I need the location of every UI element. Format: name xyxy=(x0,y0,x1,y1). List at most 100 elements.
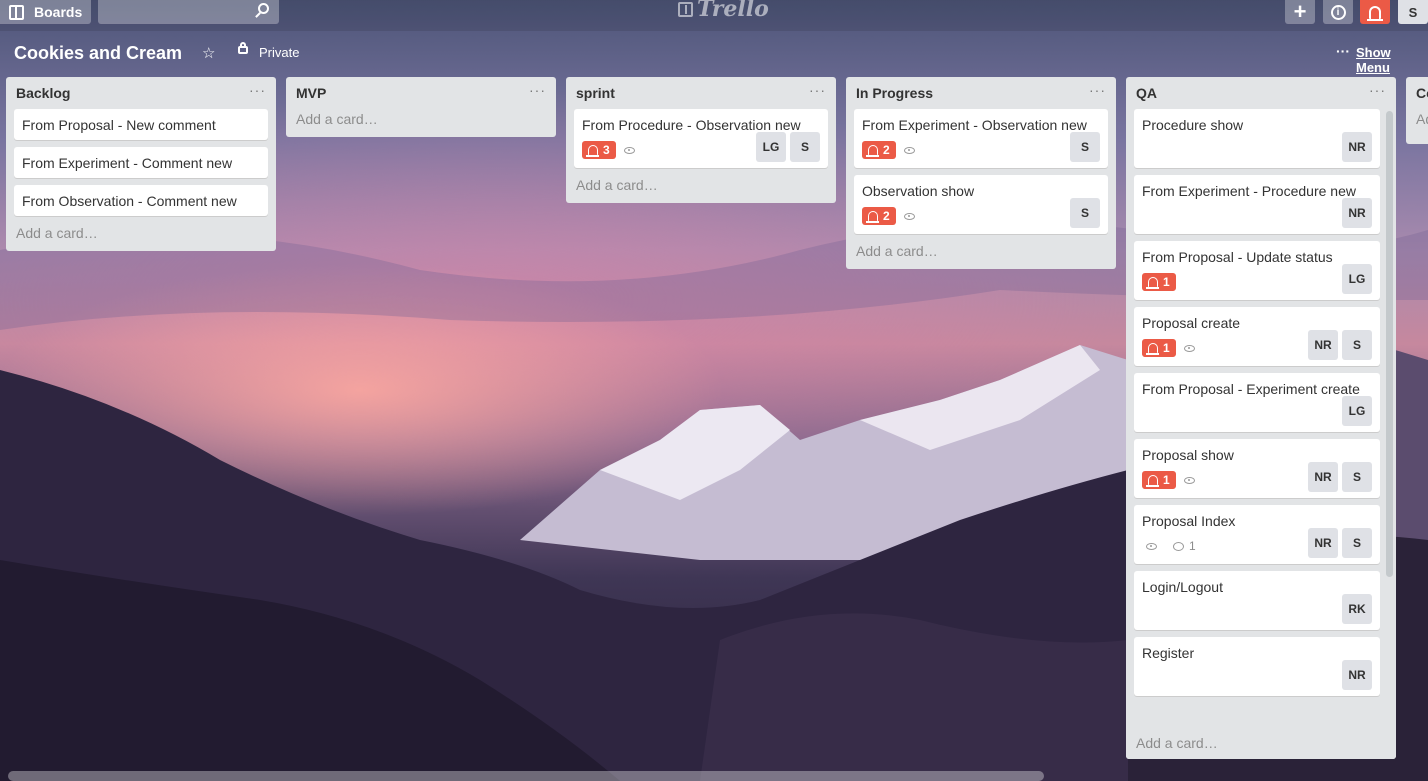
member-avatar[interactable]: NR xyxy=(1308,462,1338,492)
info-button[interactable]: i xyxy=(1323,0,1353,24)
boards-label: Boards xyxy=(34,4,83,20)
member-avatar[interactable]: RK xyxy=(1342,594,1372,624)
plus-icon: + xyxy=(1293,0,1307,24)
top-header: Boards Trello + i S xyxy=(0,0,1428,31)
add-card-link[interactable]: Add a card… xyxy=(286,109,556,137)
card[interactable]: From Proposal - Update status 1 LG xyxy=(1134,241,1380,300)
trello-logo[interactable]: Trello xyxy=(678,0,769,22)
eye-icon xyxy=(903,212,915,220)
add-card-link[interactable]: Add a card… xyxy=(846,241,1116,269)
search-box[interactable] xyxy=(98,0,279,24)
list-sprint: sprint ··· From Procedure - Observation … xyxy=(566,77,836,203)
notifications-button[interactable] xyxy=(1360,0,1390,24)
notification-count: 1 xyxy=(1163,341,1170,355)
more-icon[interactable]: ··· xyxy=(1336,43,1350,59)
list-menu-icon[interactable]: ··· xyxy=(529,82,546,98)
notification-badge: 1 xyxy=(1142,471,1176,489)
card[interactable]: Proposal show 1 NR S xyxy=(1134,439,1380,498)
card[interactable]: Procedure show NR xyxy=(1134,109,1380,168)
create-button[interactable]: + xyxy=(1285,0,1315,24)
member-avatar[interactable]: S xyxy=(1342,462,1372,492)
card-title: From Experiment - Comment new xyxy=(22,155,233,171)
comment-icon xyxy=(1173,541,1184,551)
boards-button[interactable]: Boards xyxy=(0,0,91,24)
notification-count: 2 xyxy=(883,143,890,157)
add-card-link[interactable]: Add a card… xyxy=(1126,727,1396,759)
bell-icon xyxy=(866,145,879,157)
eye-icon xyxy=(1146,542,1157,550)
card[interactable]: From Experiment - Observation new 2 S xyxy=(854,109,1108,168)
search-icon[interactable] xyxy=(258,3,269,14)
search-input[interactable] xyxy=(98,0,264,24)
add-card-link[interactable]: Add a card… xyxy=(566,175,836,203)
notification-count: 3 xyxy=(603,143,610,157)
comment-count: 1 xyxy=(1189,539,1196,553)
member-avatar[interactable]: S xyxy=(1070,132,1100,162)
bell-icon xyxy=(1146,475,1159,487)
list-header: Co xyxy=(1406,77,1428,109)
list-menu-icon[interactable]: ··· xyxy=(249,82,266,98)
list-title[interactable]: QA xyxy=(1136,85,1157,101)
member-avatar[interactable]: LG xyxy=(1342,396,1372,426)
add-card-link[interactable]: Add a card… xyxy=(6,223,276,251)
card[interactable]: From Experiment - Comment new xyxy=(14,147,268,178)
list-title[interactable]: Co xyxy=(1416,85,1428,101)
show-menu-link[interactable]: Show Menu xyxy=(1356,45,1428,75)
card-title: From Proposal - New comment xyxy=(22,117,216,133)
add-card-link[interactable]: Ad xyxy=(1406,109,1428,137)
board-title[interactable]: Cookies and Cream xyxy=(14,43,182,64)
list-header: Backlog ··· xyxy=(6,77,276,109)
card[interactable]: Proposal Index 1 NR S xyxy=(1134,505,1380,564)
member-avatar[interactable]: NR xyxy=(1308,330,1338,360)
list-title[interactable]: MVP xyxy=(296,85,326,101)
board-privacy[interactable]: Private xyxy=(259,45,299,60)
bell-icon xyxy=(866,211,879,223)
member-avatar[interactable]: S xyxy=(1070,198,1100,228)
member-avatar[interactable]: S xyxy=(1342,330,1372,360)
member-avatar-button[interactable]: S xyxy=(1398,0,1428,24)
card[interactable]: From Observation - Comment new xyxy=(14,185,268,216)
list-title[interactable]: sprint xyxy=(576,85,615,101)
list-partial: Co Ad xyxy=(1406,77,1428,144)
info-icon: i xyxy=(1330,4,1346,20)
boards-icon xyxy=(9,4,24,20)
card-title: Observation show xyxy=(862,183,975,199)
list-header: QA ··· xyxy=(1126,77,1396,109)
list-menu-icon[interactable]: ··· xyxy=(809,82,826,98)
member-avatar[interactable]: LG xyxy=(756,132,786,162)
notification-badge: 1 xyxy=(1142,339,1176,357)
card-title: From Observation - Comment new xyxy=(22,193,237,209)
member-avatar[interactable]: NR xyxy=(1342,198,1372,228)
member-avatar[interactable]: S xyxy=(790,132,820,162)
list-header: MVP ··· xyxy=(286,77,556,109)
notification-count: 1 xyxy=(1163,275,1170,289)
card[interactable]: Login/Logout RK xyxy=(1134,571,1380,630)
card[interactable]: From Proposal - Experiment create LG xyxy=(1134,373,1380,432)
list-backlog: Backlog ··· From Proposal - New comment … xyxy=(6,77,276,251)
lock-icon xyxy=(238,42,248,54)
card[interactable]: Observation show 2 S xyxy=(854,175,1108,234)
list-menu-icon[interactable]: ··· xyxy=(1089,82,1106,98)
list-title[interactable]: In Progress xyxy=(856,85,933,101)
eye-icon xyxy=(1183,344,1195,352)
member-avatar[interactable]: NR xyxy=(1342,132,1372,162)
member-avatar[interactable]: NR xyxy=(1308,528,1338,558)
notification-badge: 2 xyxy=(862,207,896,225)
list-in-progress: In Progress ··· From Experiment - Observ… xyxy=(846,77,1116,269)
card[interactable]: From Proposal - New comment xyxy=(14,109,268,140)
list-title[interactable]: Backlog xyxy=(16,85,70,101)
board-horizontal-scrollbar[interactable] xyxy=(8,771,1044,781)
list-qa: QA ··· Procedure show NR From Experiment… xyxy=(1126,77,1396,759)
member-avatar[interactable]: S xyxy=(1342,528,1372,558)
list-scrollbar[interactable] xyxy=(1386,111,1393,577)
card[interactable]: From Procedure - Observation new 3 LG S xyxy=(574,109,828,168)
card[interactable]: From Experiment - Procedure new NR xyxy=(1134,175,1380,234)
list-menu-icon[interactable]: ··· xyxy=(1369,82,1386,98)
star-icon[interactable]: ☆ xyxy=(202,44,215,62)
card[interactable]: Register NR xyxy=(1134,637,1380,696)
member-avatar[interactable]: NR xyxy=(1342,660,1372,690)
notification-badge: 2 xyxy=(862,141,896,159)
bell-icon xyxy=(1367,5,1383,21)
member-avatar[interactable]: LG xyxy=(1342,264,1372,294)
card[interactable]: Proposal create 1 NR S xyxy=(1134,307,1380,366)
